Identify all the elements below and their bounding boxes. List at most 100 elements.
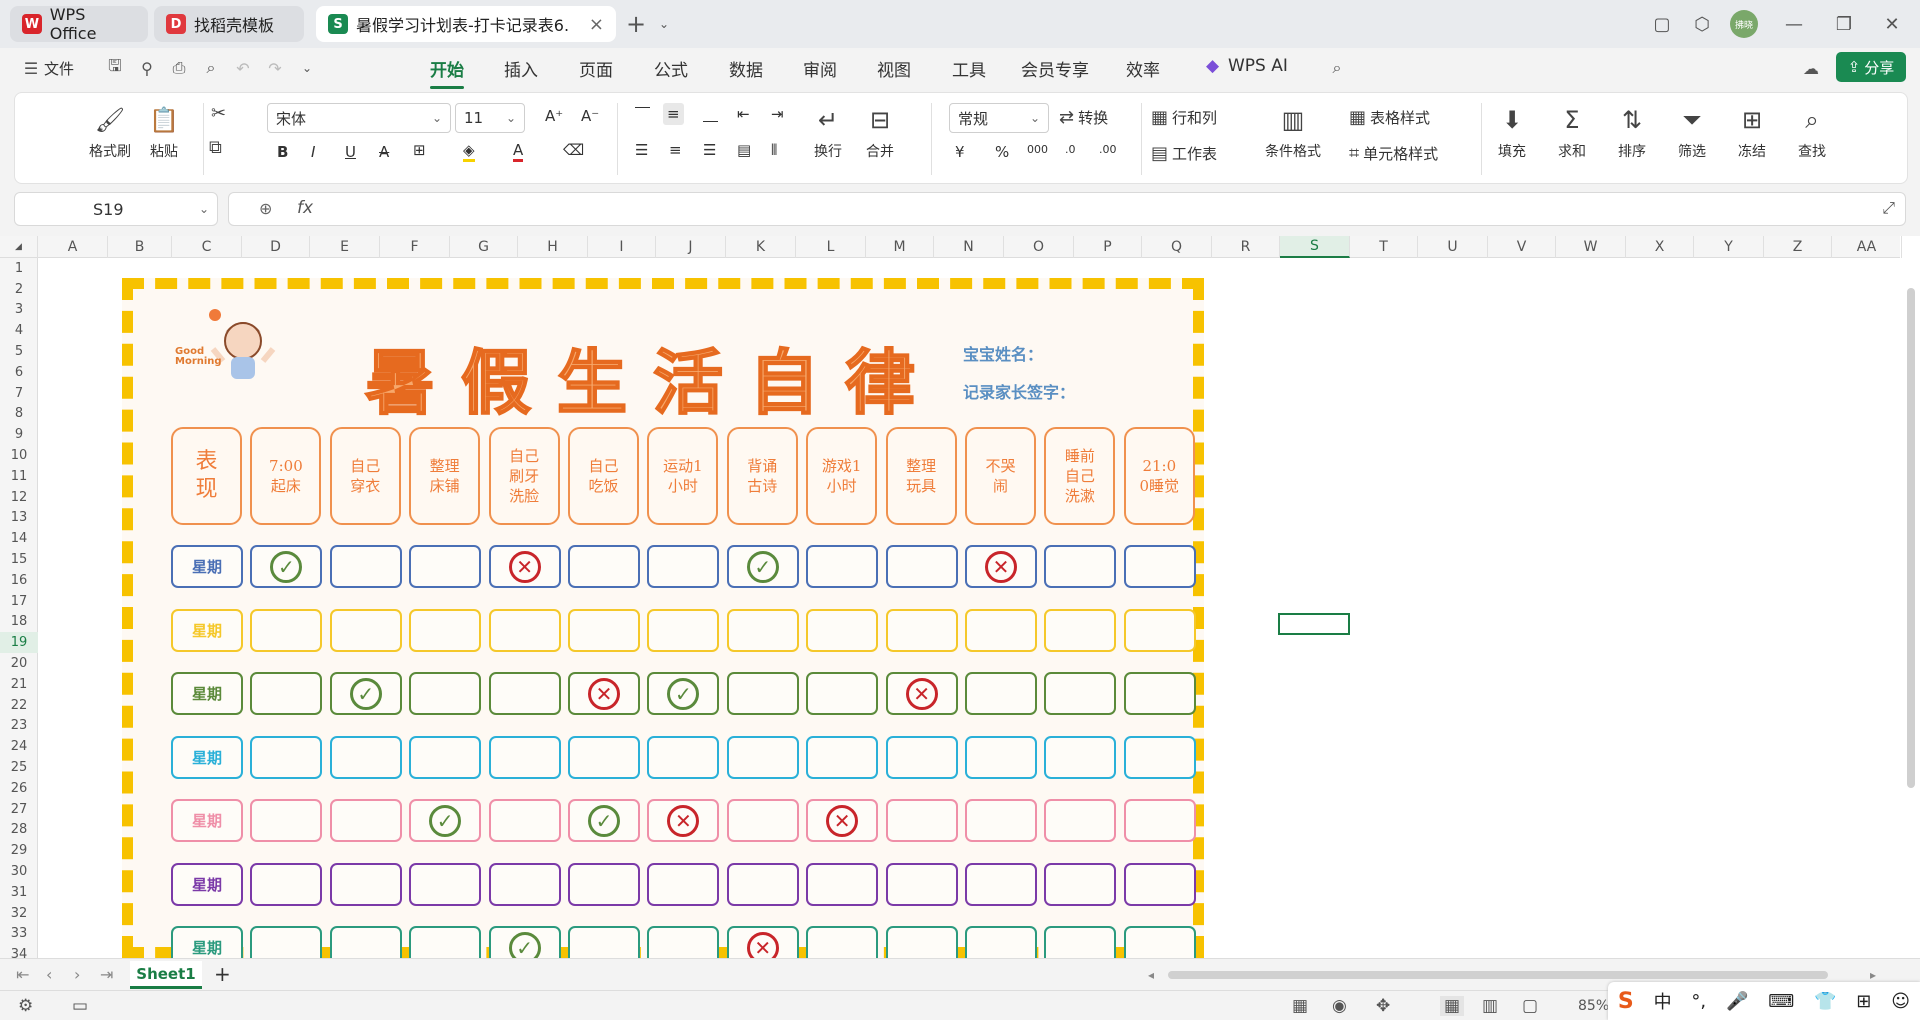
- worksheet-button[interactable]: ▤ 工作表: [1151, 143, 1217, 164]
- sum-button[interactable]: Σ 求和: [1557, 105, 1587, 161]
- indent-icon[interactable]: ⇥: [771, 105, 784, 123]
- tracker-cell[interactable]: [1044, 799, 1117, 842]
- border-icon[interactable]: ⊞: [413, 141, 426, 159]
- save-icon[interactable]: 🖫: [104, 56, 126, 79]
- cube-icon[interactable]: ⬡: [1690, 12, 1714, 36]
- column-header-t[interactable]: T: [1350, 236, 1418, 258]
- new-tab-icon[interactable]: +: [624, 10, 648, 38]
- eye-protection-icon[interactable]: ◉: [1332, 996, 1347, 1016]
- row-header-6[interactable]: 6: [0, 362, 38, 383]
- justify-icon[interactable]: ▤: [737, 141, 751, 159]
- filter-button[interactable]: ⏷ 筛选: [1677, 105, 1707, 161]
- font-size-select[interactable]: 11 ⌄: [455, 103, 525, 133]
- align-center-icon[interactable]: ≡: [669, 141, 682, 159]
- tracker-cell[interactable]: [488, 608, 561, 652]
- tracker-cell[interactable]: [250, 735, 323, 779]
- tracker-cell[interactable]: [806, 608, 879, 652]
- format-icon[interactable]: ⚲: [136, 57, 158, 79]
- row-header-19[interactable]: 19: [0, 632, 38, 654]
- column-header-k[interactable]: K: [726, 236, 796, 258]
- menu-home[interactable]: 开始: [430, 56, 464, 89]
- row-header-10[interactable]: 10: [0, 445, 38, 466]
- align-right-icon[interactable]: ☰: [703, 141, 716, 159]
- column-header-d[interactable]: D: [242, 236, 310, 258]
- column-header-p[interactable]: P: [1074, 236, 1142, 258]
- add-sheet-icon[interactable]: +: [214, 962, 231, 986]
- copy-icon[interactable]: ⧉: [209, 137, 226, 158]
- print-icon[interactable]: ⎙: [168, 57, 190, 79]
- increase-font-icon[interactable]: A⁺: [545, 107, 563, 125]
- row-header-8[interactable]: 8: [0, 404, 38, 425]
- tracker-cell[interactable]: [250, 672, 323, 715]
- tracker-cell[interactable]: [806, 735, 879, 779]
- reading-mode-icon[interactable]: ✥: [1376, 996, 1390, 1016]
- more-chevron-icon[interactable]: ⌄: [296, 57, 318, 79]
- tracker-cell[interactable]: [1123, 735, 1196, 779]
- row-header-11[interactable]: 11: [0, 466, 38, 487]
- tracker-cell[interactable]: [806, 545, 879, 588]
- tracker-cell[interactable]: ✓: [568, 799, 640, 842]
- format-painter-button[interactable]: 🖌 格式刷: [89, 105, 131, 161]
- tracker-cell[interactable]: ✕: [885, 672, 958, 715]
- tracker-cell[interactable]: [250, 608, 323, 652]
- zoom-level[interactable]: 85%: [1578, 998, 1609, 1014]
- undo-icon[interactable]: ↶: [232, 57, 254, 79]
- menu-wps-ai[interactable]: WPS AI: [1228, 56, 1288, 76]
- tracker-cell[interactable]: [806, 862, 879, 906]
- tracker-cell[interactable]: [409, 926, 482, 958]
- tracker-cell[interactable]: ✕: [488, 545, 561, 588]
- tracker-cell[interactable]: [409, 672, 482, 715]
- underline-icon[interactable]: U: [345, 143, 356, 161]
- zoom-formula-icon[interactable]: ⊕: [259, 199, 272, 218]
- tracker-cell[interactable]: [329, 862, 402, 906]
- cloud-upload-icon[interactable]: ☁: [1800, 57, 1822, 79]
- row-col-button[interactable]: ▦ 行和列: [1151, 107, 1217, 128]
- tracker-cell[interactable]: ✕: [726, 926, 799, 958]
- fill-color-icon[interactable]: ◈: [463, 141, 475, 162]
- search-icon[interactable]: ⌕: [1326, 57, 1348, 79]
- tracker-cell[interactable]: [647, 735, 720, 779]
- tab-docer-templates[interactable]: D 找稻壳模板: [154, 6, 304, 42]
- percent-icon[interactable]: %: [995, 143, 1009, 161]
- name-box[interactable]: S19 ⌄: [14, 192, 218, 226]
- row-header-31[interactable]: 31: [0, 882, 38, 903]
- tracker-cell[interactable]: [965, 735, 1037, 779]
- row-header-23[interactable]: 23: [0, 716, 38, 737]
- tracker-cell[interactable]: [568, 862, 640, 906]
- menu-insert[interactable]: 插入: [504, 56, 538, 81]
- window-layout-icon[interactable]: ▢: [1650, 12, 1674, 36]
- cell-style-button[interactable]: ⌗ 单元格样式: [1349, 143, 1438, 164]
- weekday-label-cell[interactable]: 星期: [171, 926, 243, 958]
- column-header-m[interactable]: M: [866, 236, 934, 258]
- column-header-s[interactable]: S: [1280, 236, 1350, 258]
- menu-member[interactable]: 会员专享: [1021, 56, 1089, 81]
- tracker-cell[interactable]: [1123, 608, 1196, 652]
- align-bottom-icon[interactable]: ⎽: [703, 105, 718, 123]
- page-break-icon[interactable]: ▢: [1522, 996, 1538, 1016]
- selected-cell-S19[interactable]: [1278, 613, 1350, 635]
- column-header-a[interactable]: A: [38, 236, 108, 258]
- merge-button[interactable]: ⊟ 合并: [865, 105, 895, 161]
- tracker-cell[interactable]: [568, 926, 640, 958]
- minimize-icon[interactable]: —: [1782, 12, 1806, 36]
- row-header-32[interactable]: 32: [0, 903, 38, 924]
- tracker-cell[interactable]: [1044, 608, 1117, 652]
- row-header-20[interactable]: 20: [0, 653, 38, 674]
- punctuation-icon[interactable]: °,: [1691, 991, 1706, 1012]
- decrease-decimal-icon[interactable]: .00: [1099, 143, 1117, 156]
- weekday-label-cell[interactable]: 星期: [171, 545, 243, 588]
- row-header-28[interactable]: 28: [0, 820, 38, 841]
- find-button[interactable]: ⌕ 查找: [1797, 105, 1827, 161]
- tab-list-chevron-icon[interactable]: ⌄: [652, 12, 676, 36]
- tracker-cell[interactable]: [965, 672, 1037, 715]
- column-header-w[interactable]: W: [1556, 236, 1626, 258]
- row-header-24[interactable]: 24: [0, 736, 38, 757]
- column-header-l[interactable]: L: [796, 236, 866, 258]
- tracker-cell[interactable]: [1123, 672, 1196, 715]
- align-top-icon[interactable]: ⎺: [635, 105, 650, 123]
- keyboard-icon[interactable]: ⌨: [1768, 991, 1794, 1012]
- conditional-format-button[interactable]: ▥ 条件格式: [1265, 105, 1321, 161]
- vertical-scrollbar[interactable]: [1902, 258, 1920, 958]
- function-icon[interactable]: fx: [297, 198, 313, 218]
- print-preview-icon[interactable]: ⌕: [200, 57, 222, 79]
